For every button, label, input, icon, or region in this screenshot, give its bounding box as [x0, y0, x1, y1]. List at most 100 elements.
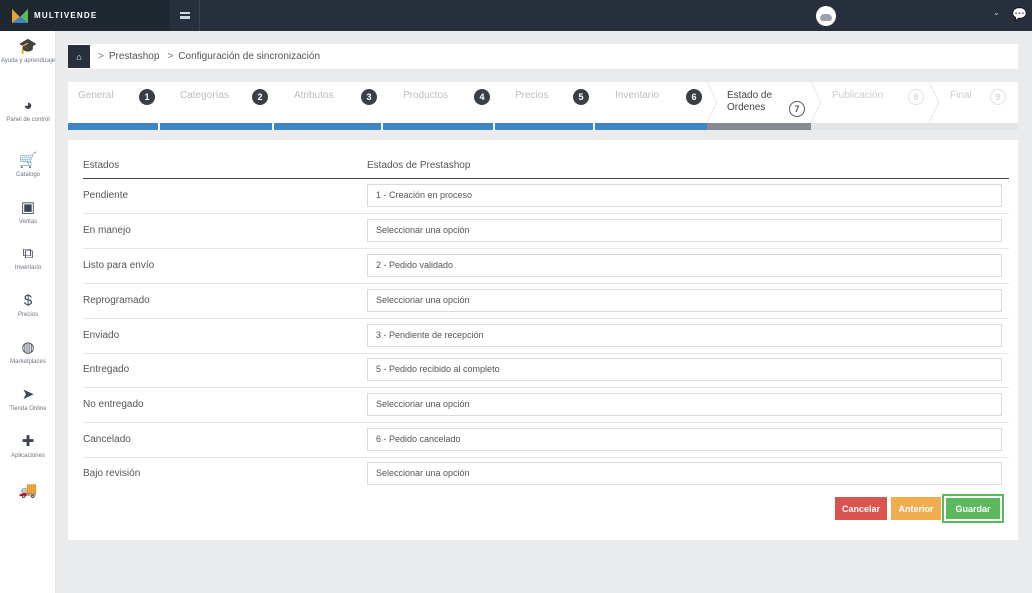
prestashop-state-select[interactable]: Seleccionar una opción [367, 462, 1002, 485]
wizard-step-products[interactable]: Productos 4 [383, 82, 494, 130]
table-row: No entregado Seleccionar una opción [83, 388, 1009, 423]
state-label: Enviado [83, 330, 120, 341]
wizard-step-order-status[interactable]: Estado de Ordenes 7 [707, 82, 811, 130]
table-row: Entregado 5 - Pedido recibido al complet… [83, 353, 1009, 388]
sidebar-item-label: Ventas [18, 219, 38, 225]
step-label: Final [950, 90, 972, 101]
home-icon[interactable]: ⌂ [68, 45, 90, 68]
step-divider-chevron [811, 82, 822, 123]
user-avatar[interactable] [816, 6, 836, 26]
step-number: 5 [573, 89, 589, 105]
step-progress-bar [160, 123, 272, 130]
dashboard-icon: ◕ [23, 97, 33, 114]
brand[interactable]: MULTIVENDE [0, 0, 170, 31]
sidebar-item-shipping[interactable]: 🚚 [0, 483, 56, 500]
step-label-line: Ordenes [727, 102, 766, 113]
order-status-mapping-panel: Estados Estados de Prestashop Pendiente … [68, 140, 1018, 540]
cursor-icon: ➤ [21, 386, 35, 403]
step-label-line: Estado de [727, 90, 773, 101]
wizard-step-prices[interactable]: Precios 5 [495, 82, 594, 130]
menu-toggle-button[interactable] [170, 0, 200, 31]
step-progress-bar [68, 123, 158, 130]
cancel-button[interactable]: Cancelar [835, 497, 887, 520]
state-label: Cancelado [83, 434, 131, 445]
table-row: Enviado 3 - Pendiente de recepción [83, 319, 1009, 354]
state-label: No entregado [83, 399, 144, 410]
sidebar-item-apps[interactable]: ✚ Aplicaciones [0, 434, 56, 460]
table-row: Listo para envío 2 - Pedido validado [83, 249, 1009, 284]
state-label: Pendiente [83, 190, 129, 201]
step-number: 2 [252, 89, 268, 105]
table-row: Bajo revisión Seleccionar una opción [83, 457, 1009, 492]
table-row: Pendiente 1 - Creación en proceso [83, 179, 1009, 214]
sidebar-item-catalog[interactable]: 🛒 Catálogo [0, 153, 56, 179]
state-label: Bajo revisión [83, 468, 141, 479]
multivende-logo-icon [12, 8, 28, 23]
column-header-states: Estados [83, 160, 120, 171]
prestashop-state-select[interactable]: Seleccionar una opción [367, 393, 1002, 416]
step-number: 8 [908, 89, 924, 105]
prestashop-state-select[interactable]: 5 - Pedido recibido al completo [367, 358, 1002, 381]
step-progress-bar [929, 123, 1018, 130]
sidebar-item-label: Inventario [14, 265, 42, 271]
globe-icon: ◍ [21, 339, 35, 356]
sidebar-item-label: Marketplaces [10, 359, 46, 365]
table-header: Estados Estados de Prestashop [83, 154, 1009, 179]
save-button[interactable]: Guardar [942, 494, 1004, 523]
step-divider-chevron [707, 82, 718, 123]
wizard-step-general[interactable]: General 1 [68, 82, 159, 130]
wizard-step-final[interactable]: Final 9 [929, 82, 1018, 130]
step-number: 1 [139, 89, 155, 105]
step-progress-bar [707, 123, 811, 130]
step-label: Productos [403, 90, 449, 101]
cloud-icon [820, 13, 832, 21]
sidebar-item-label: Aplicaciones [11, 453, 45, 459]
breadcrumb-item-sync-config: Configuración de sincronización [178, 51, 321, 62]
table-row: Reprogramado Seleccionar una opción [83, 284, 1009, 319]
breadcrumb-item-prestashop[interactable]: Prestashop [109, 51, 160, 62]
sidebar-item-prices[interactable]: $ Precios [0, 293, 56, 319]
sidebar-item-help[interactable]: 🎓 Ayuda y aprendizaje [0, 39, 56, 65]
sidebar-item-dashboard[interactable]: ◕ Panel de control [0, 98, 56, 124]
step-label: General [78, 90, 114, 101]
sidebar-item-inventory[interactable]: ⧉ Inventario [0, 246, 56, 272]
step-progress-bar [383, 123, 493, 130]
sidebar-item-online-store[interactable]: ➤ Tienda Online [0, 387, 56, 413]
sidebar-item-sales[interactable]: ▣ Ventas [0, 200, 56, 226]
dollar-icon: $ [23, 292, 33, 309]
step-label: Precios [515, 90, 549, 101]
chevron-down-icon[interactable]: ⌄ [993, 8, 1000, 17]
step-progress-bar [811, 123, 929, 130]
prestashop-state-select[interactable]: 3 - Pendiente de recepción [367, 324, 1002, 347]
prestashop-state-select[interactable]: 2 - Pedido validado [367, 254, 1002, 277]
chat-icon[interactable]: 💬 [1012, 7, 1027, 21]
sidebar-item-label: Tienda Online [9, 406, 47, 412]
breadcrumb: ⌂ > Prestashop > Configuración de sincro… [68, 44, 1018, 69]
sidebar-item-marketplaces[interactable]: ◍ Marketplaces [0, 340, 56, 366]
breadcrumb-separator: > [167, 51, 174, 62]
state-label: Entregado [83, 364, 130, 375]
table-row: En manejo Seleccionar una opción [83, 214, 1009, 249]
state-label: Reprogramado [83, 295, 150, 306]
sidebar-item-label: Precios [17, 312, 38, 318]
brand-name: MULTIVENDE [34, 11, 98, 20]
step-divider-chevron [929, 82, 940, 123]
prestashop-state-select[interactable]: Seleccionar una opción [367, 219, 1002, 242]
cart-icon: 🛒 [18, 152, 38, 169]
sidebar-item-label: Catálogo [15, 172, 41, 178]
step-number: 9 [990, 89, 1006, 105]
wizard-step-categories[interactable]: Categorías 2 [160, 82, 273, 130]
puzzle-icon: ✚ [21, 433, 35, 450]
prestashop-state-select[interactable]: Seleccionar una opción [367, 289, 1002, 312]
prestashop-state-select[interactable]: 6 - Pedido cancelado [367, 428, 1002, 451]
previous-button[interactable]: Anterior [891, 497, 941, 520]
form-actions: Cancelar Anterior Guardar [831, 494, 1004, 523]
sidebar: 🎓 Ayuda y aprendizaje ◕ Panel de control… [0, 31, 56, 593]
wizard-step-attributes[interactable]: Atributos 3 [274, 82, 382, 130]
wizard-step-inventory[interactable]: Inventario 6 [595, 82, 707, 130]
prestashop-state-select[interactable]: 1 - Creación en proceso [367, 184, 1002, 207]
breadcrumb-separator: > [98, 51, 104, 62]
sidebar-item-label: Panel de control [6, 117, 50, 123]
wizard-step-publication[interactable]: Publicación 8 [811, 82, 929, 130]
step-progress-bar [274, 123, 381, 130]
